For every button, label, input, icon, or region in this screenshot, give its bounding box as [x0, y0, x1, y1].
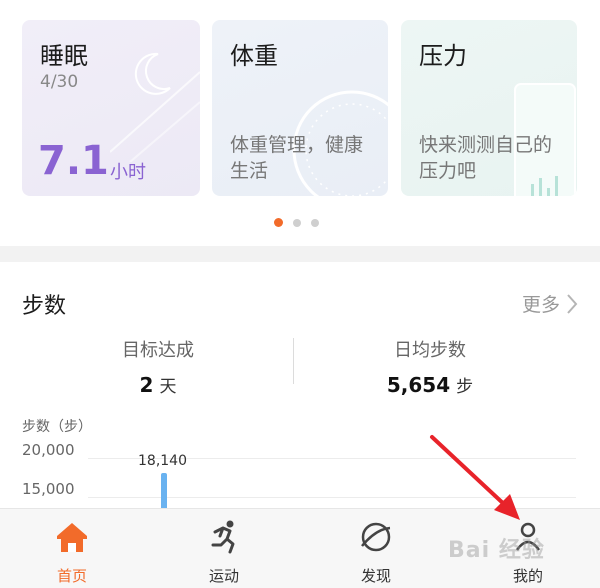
watermark: Bai 经验 — [448, 538, 545, 563]
chevron-right-icon — [567, 293, 578, 314]
avg-steps-stat: 日均步数 5,654 步 — [320, 336, 540, 397]
chart-bar[interactable] — [161, 472, 167, 508]
weight-card-title: 体重 — [230, 42, 278, 70]
goal-label: 目标达成 — [122, 340, 194, 361]
y-tick-label: 20,000 — [22, 441, 75, 459]
nav-discover-label: 发现 — [360, 567, 391, 585]
y-tick-label: 15,000 — [22, 480, 75, 498]
avg-steps-label: 日均步数 — [394, 340, 466, 361]
home-icon — [57, 523, 87, 552]
more-label: 更多 — [521, 294, 560, 316]
weight-card-desc: 体重管理，健康生活 — [230, 134, 364, 182]
carousel-dot[interactable] — [293, 218, 301, 227]
sleep-card[interactable]: 睡眠 4/30 7.1 小时 — [22, 20, 200, 196]
goal-value: 2 — [139, 373, 154, 397]
carousel-dot[interactable] — [274, 218, 283, 227]
sleep-card-title: 睡眠 — [40, 42, 88, 70]
nav-discover[interactable]: 发现 — [316, 509, 436, 588]
goal-stat: 目标达成 2天 — [48, 336, 268, 397]
planet-icon — [361, 522, 391, 552]
steps-section[interactable]: 步数 更多 目标达成 2天 日均步数 5,654 步 步数（步） 20,000 1… — [0, 262, 600, 508]
running-icon — [211, 520, 235, 554]
sleep-duration-unit: 小时 — [110, 162, 146, 183]
steps-title: 步数 — [22, 294, 67, 319]
chart-ylabel: 步数（步） — [22, 419, 92, 435]
nav-home-label: 首页 — [56, 567, 87, 585]
stress-card[interactable]: 压力 快来测测自己的压力吧 — [401, 20, 577, 196]
stress-card-desc: 快来测测自己的压力吧 — [419, 134, 553, 182]
sleep-card-date: 4/30 — [40, 72, 79, 92]
nav-exercise-label: 运动 — [208, 567, 239, 585]
weight-card[interactable]: 体重 体重管理，健康生活 — [212, 20, 388, 196]
stress-card-title: 压力 — [419, 42, 467, 70]
health-cards-section: 睡眠 4/30 7.1 小时 体重 体重管理，健康生活 压力 快来测测自己的压力… — [0, 0, 600, 246]
nav-profile-label: 我的 — [512, 567, 543, 585]
avg-steps-value-row: 5,654 步 — [320, 372, 540, 397]
goal-value-row: 2天 — [48, 372, 268, 397]
carousel-indicator — [274, 218, 319, 227]
goal-unit: 天 — [159, 377, 177, 397]
moon-icon — [110, 52, 200, 162]
avg-steps-unit: 步 — [456, 377, 474, 397]
stat-divider — [293, 338, 294, 384]
carousel-dot[interactable] — [311, 218, 319, 227]
sleep-duration-value: 7.1 — [38, 138, 109, 184]
avg-steps-value: 5,654 — [386, 373, 451, 397]
bar-data-label: 18,140 — [138, 452, 187, 469]
more-link[interactable]: 更多 — [522, 290, 578, 317]
nav-exercise[interactable]: 运动 — [164, 509, 284, 588]
nav-home[interactable]: 首页 — [12, 509, 132, 588]
